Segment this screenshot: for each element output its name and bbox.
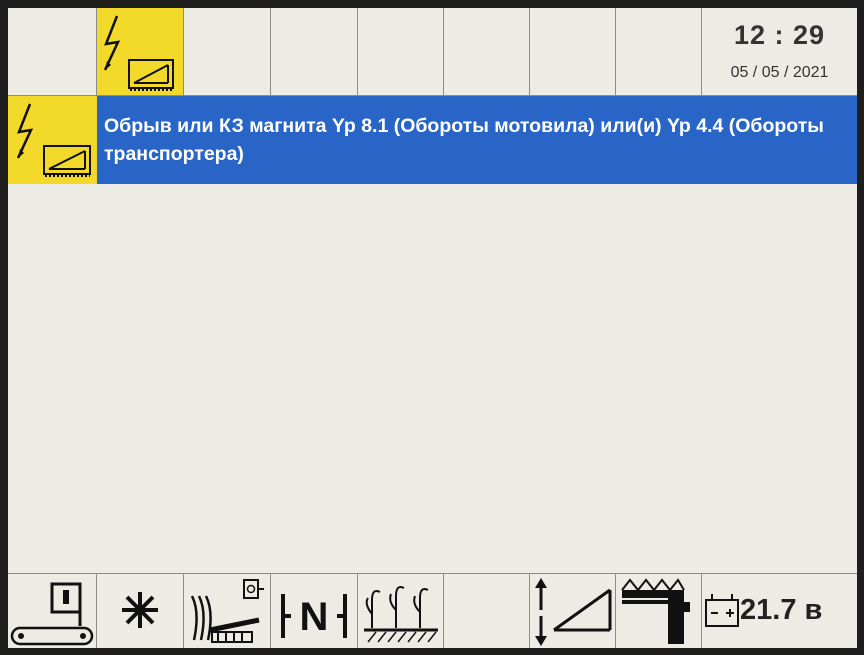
top-slot-empty-5[interactable] xyxy=(444,8,530,96)
clock-time: 12 : 29 xyxy=(733,20,826,50)
alarm-icon-cell xyxy=(8,96,97,184)
battery-icon xyxy=(705,594,739,627)
alarm-message-row[interactable]: Обрыв или КЗ магнита Yp 8.1 (Обороты мот… xyxy=(8,96,857,184)
battery-voltage: 21.7 в xyxy=(740,594,823,626)
threshing-drum-icon xyxy=(190,579,264,643)
header-position-icon xyxy=(621,578,690,644)
electrical-fault-magnet-icon xyxy=(103,15,174,91)
svg-text:N: N xyxy=(300,595,329,639)
top-status-bar: 12 : 29 05 / 05 / 2021 xyxy=(8,8,857,96)
bottom-function-bar: N 21.7 в xyxy=(8,573,857,648)
top-slot-empty-1[interactable] xyxy=(8,8,97,96)
reel-button[interactable] xyxy=(97,574,184,648)
top-slot-empty-7[interactable] xyxy=(616,8,702,96)
neutral-gear-icon: N xyxy=(281,594,347,639)
top-slot-electrical-fault[interactable] xyxy=(97,8,184,96)
neutral-gear-button[interactable]: N xyxy=(271,574,358,648)
top-slot-empty-6[interactable] xyxy=(530,8,616,96)
threshing-button[interactable] xyxy=(184,574,271,648)
alarm-message-text: Обрыв или КЗ магнита Yp 8.1 (Обороты мот… xyxy=(104,115,824,165)
terminal-screen: 12 : 29 05 / 05 / 2021 Обрыв или КЗ магн… xyxy=(8,8,857,648)
conveyor-button[interactable] xyxy=(8,574,97,648)
top-slot-empty-4[interactable] xyxy=(358,8,444,96)
conveyor-icon xyxy=(10,582,94,646)
bottom-slot-empty[interactable] xyxy=(444,574,530,648)
header-lift-button[interactable] xyxy=(530,574,616,648)
header-lift-icon xyxy=(535,578,612,646)
top-slot-empty-2[interactable] xyxy=(184,8,271,96)
header-position-button[interactable] xyxy=(616,574,702,648)
clock-panel: 12 : 29 05 / 05 / 2021 xyxy=(702,8,857,96)
clock-date: 05 / 05 / 2021 xyxy=(730,64,829,81)
battery-status: 21.7 в xyxy=(702,574,857,648)
crop-field-icon xyxy=(364,586,438,643)
electrical-fault-magnet-icon xyxy=(16,103,91,177)
top-slot-empty-3[interactable] xyxy=(271,8,358,96)
crop-field-button[interactable] xyxy=(358,574,444,648)
reel-icon xyxy=(122,592,158,628)
